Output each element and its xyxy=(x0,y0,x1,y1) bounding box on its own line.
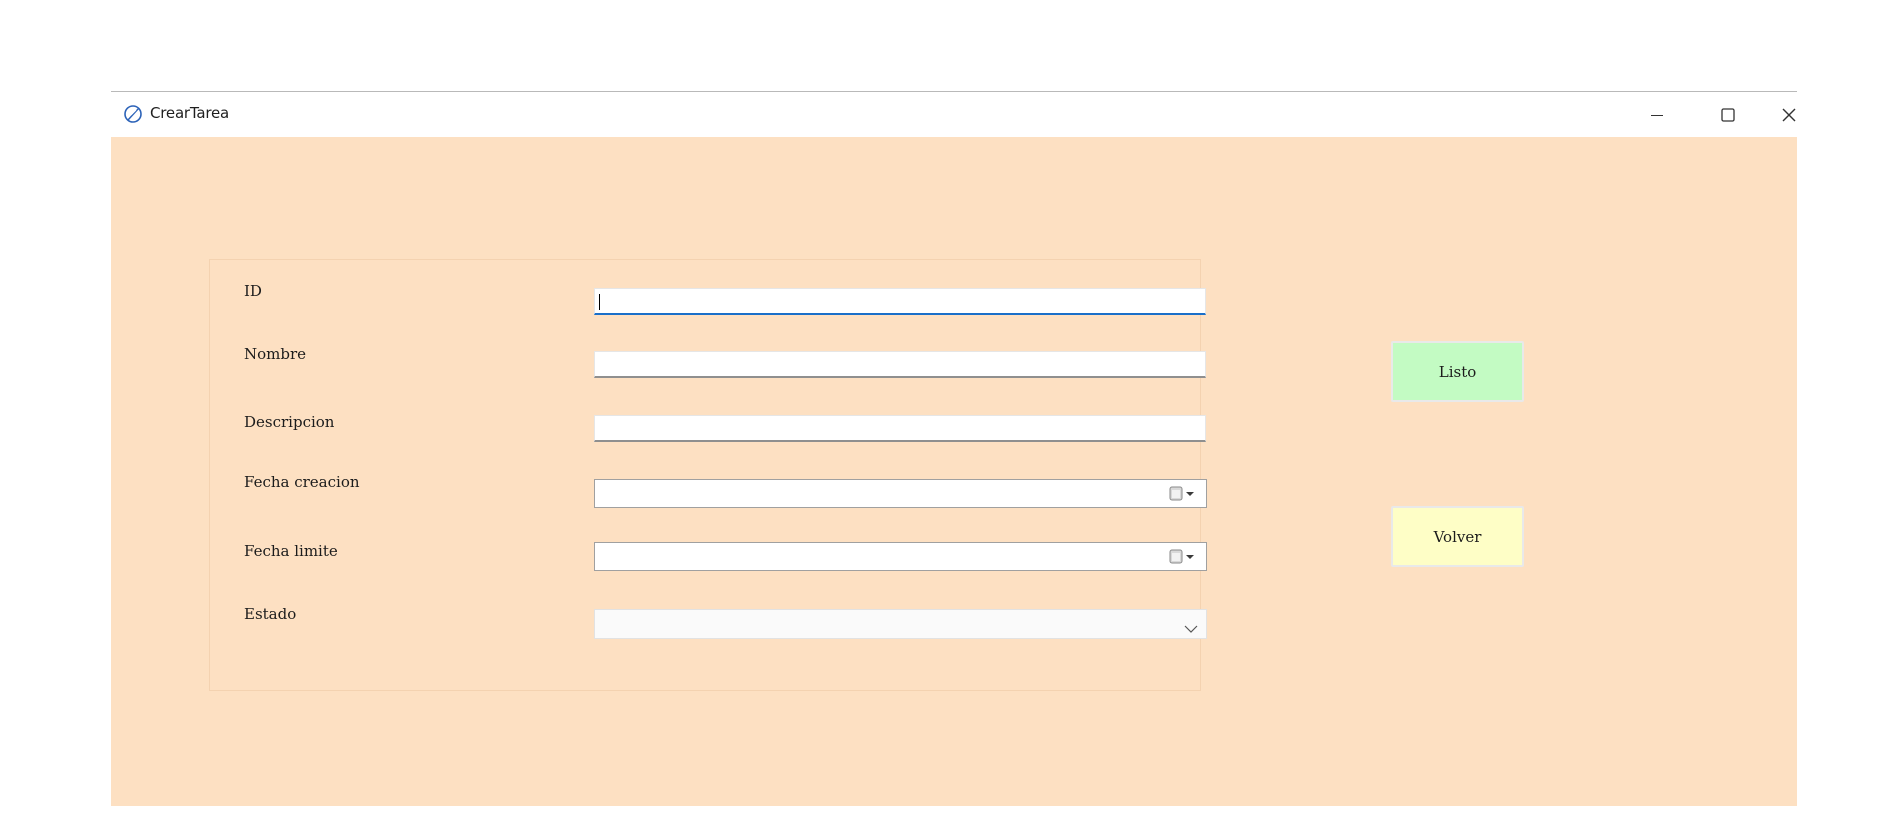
nombre-label: Nombre xyxy=(244,345,307,363)
maximize-button[interactable] xyxy=(1698,92,1758,137)
descripcion-input[interactable] xyxy=(594,415,1206,442)
minimize-button[interactable] xyxy=(1627,92,1687,137)
estado-label: Estado xyxy=(244,605,297,623)
fecha-limite-picker[interactable] xyxy=(594,542,1207,571)
fecha-limite-label: Fecha limite xyxy=(244,542,338,560)
fecha-creacion-picker[interactable] xyxy=(594,479,1207,508)
close-icon xyxy=(1781,107,1797,123)
id-input[interactable] xyxy=(594,288,1206,315)
volver-button[interactable]: Volver xyxy=(1391,506,1524,567)
text-caret xyxy=(599,294,600,310)
app-feather-icon xyxy=(123,104,143,124)
listo-button[interactable]: Listo xyxy=(1391,341,1524,402)
task-form-group: ID Nombre Descripcion Fecha creacion Fec… xyxy=(209,259,1207,691)
calendar-dropdown-icon[interactable] xyxy=(1168,486,1200,502)
calendar-dropdown-icon[interactable] xyxy=(1168,549,1200,565)
maximize-icon xyxy=(1720,107,1736,123)
title-bar[interactable]: CrearTarea xyxy=(111,92,1797,137)
estado-select[interactable] xyxy=(594,609,1207,639)
close-button[interactable] xyxy=(1759,92,1819,137)
id-label: ID xyxy=(244,282,262,300)
chevron-down-icon xyxy=(1184,619,1198,633)
descripcion-label: Descripcion xyxy=(244,413,335,431)
nombre-input[interactable] xyxy=(594,351,1206,378)
window-title: CrearTarea xyxy=(150,104,230,122)
crear-tarea-window: CrearTarea ID Nombre Descripcion Fecha c… xyxy=(111,91,1797,806)
minimize-icon xyxy=(1650,108,1664,122)
fecha-creacion-label: Fecha creacion xyxy=(244,473,360,491)
